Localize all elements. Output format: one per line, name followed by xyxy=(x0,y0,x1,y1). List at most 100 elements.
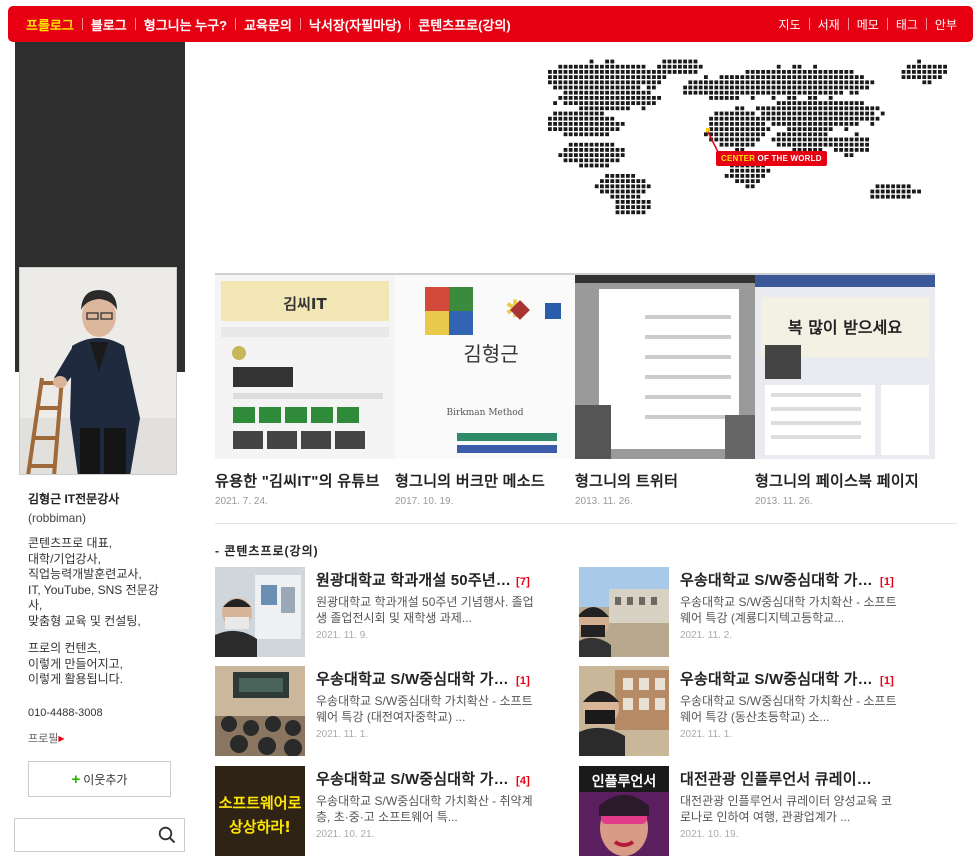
map-dot xyxy=(563,101,568,105)
nav-contents-pro[interactable]: 콘텐츠프로(강의) xyxy=(410,15,518,34)
map-dot xyxy=(792,70,797,74)
map-dot xyxy=(584,80,589,85)
post-item[interactable]: 우송대학교 S/W중심대학 가치확산 [1] 우송대학교 S/W중심대학 가치확산… xyxy=(579,567,929,659)
map-dot xyxy=(823,137,828,142)
map-dot xyxy=(600,122,604,126)
featured-post-title[interactable]: 형그니의 버크만 메소드 xyxy=(395,470,563,491)
post-thumbnail[interactable]: 인플루언서 xyxy=(579,766,669,856)
post-title[interactable]: 우송대학교 S/W중심대학 가치확산 [1] xyxy=(316,668,564,689)
featured-thumbnail[interactable]: 김씨IT xyxy=(215,273,395,459)
featured-post[interactable]: 김씨IT 유용한 "김씨IT"의 유튜브 2021. 7. 24. xyxy=(215,273,395,507)
search-icon[interactable] xyxy=(158,826,176,844)
map-dot xyxy=(828,116,833,121)
map-dot xyxy=(849,153,854,157)
comment-count[interactable]: [4] xyxy=(516,775,530,787)
nav-about[interactable]: 형그니는 누구? xyxy=(136,15,235,34)
featured-thumbnail[interactable]: 복 많이 받으세요 xyxy=(755,273,935,459)
featured-post[interactable]: 형그니의 트위터 2013. 11. 26. xyxy=(575,273,755,507)
map-dot xyxy=(693,85,698,90)
comment-count[interactable]: [1] xyxy=(880,675,894,687)
profile-photo[interactable] xyxy=(19,267,177,475)
post-title[interactable]: 우송대학교 S/W중심대학 가치확산 [1] xyxy=(680,569,928,590)
post-title[interactable]: 원광대학교 학과개설 50주년 기념행사 [7] xyxy=(316,569,564,590)
post-title[interactable]: 우송대학교 S/W중심대학 가치확산 [1] xyxy=(680,668,928,689)
map-dot xyxy=(646,96,651,100)
map-dot xyxy=(792,64,797,69)
search-input[interactable] xyxy=(15,819,153,851)
map-dot xyxy=(605,96,609,100)
comment-count[interactable]: [7] xyxy=(516,576,530,588)
post-title-text[interactable]: 우송대학교 S/W중심대학 가치확산 xyxy=(680,668,876,689)
nav-tag[interactable]: 태그 xyxy=(888,16,926,33)
map-dot xyxy=(761,85,765,90)
map-dot xyxy=(584,70,589,74)
post-item[interactable]: 우송대학교 S/W중심대학 가치확산 [1] 우송대학교 S/W중심대학 가치확산… xyxy=(215,666,565,758)
featured-post[interactable]: 복 많이 받으세요 형그니의 페이스북 페이지 2013. 11. 26. xyxy=(755,273,935,507)
nav-map[interactable]: 지도 xyxy=(771,16,809,33)
comment-count[interactable]: [1] xyxy=(516,675,530,687)
map-dot xyxy=(620,106,625,111)
nav-prologue[interactable]: 프롤로그 xyxy=(18,15,82,34)
featured-post-title[interactable]: 유용한 "김씨IT"의 유튜브 xyxy=(215,470,383,491)
post-item[interactable]: 우송대학교 S/W중심대학 가치확산 [1] 우송대학교 S/W중심대학 가치확산… xyxy=(579,666,929,758)
post-title[interactable]: 우송대학교 S/W중심대학 가치확산 [4] xyxy=(316,768,564,789)
map-dot xyxy=(631,90,635,95)
map-dot xyxy=(626,179,630,183)
profile-link[interactable]: 프로필▶ xyxy=(28,730,65,746)
post-item[interactable]: 소프트웨어로 상상하라! 우송대학교 S/W중심대학 가치확산 [4] 우송대학교… xyxy=(215,766,565,858)
post-thumbnail[interactable] xyxy=(215,567,305,657)
map-dot xyxy=(626,85,630,90)
featured-post[interactable]: ✱ 김형근 Birkman Method 형그니의 버크만 메소드 2017. … xyxy=(395,273,575,507)
nav-inquiry[interactable]: 교육문의 xyxy=(236,15,300,34)
nav-memo[interactable]: 메모 xyxy=(849,16,887,33)
nav-library[interactable]: 서재 xyxy=(810,16,848,33)
nav-doodle[interactable]: 낙서장(자필마당) xyxy=(301,15,409,34)
map-dot xyxy=(823,142,828,147)
featured-post-title[interactable]: 형그니의 페이스북 페이지 xyxy=(755,470,923,491)
post-thumbnail[interactable] xyxy=(579,666,669,756)
post-title[interactable]: 대전관광 인플루언서 큐레이터 양성교육 xyxy=(680,768,928,789)
map-dot xyxy=(568,122,573,126)
post-title-text[interactable]: 우송대학교 S/W중심대학 가치확산 xyxy=(316,668,512,689)
comment-count[interactable]: [1] xyxy=(880,576,894,588)
map-dot xyxy=(735,127,739,131)
add-neighbor-button[interactable]: + 이웃추가 xyxy=(28,761,171,797)
map-dot xyxy=(849,85,854,90)
post-thumbnail[interactable]: 소프트웨어로 상상하라! xyxy=(215,766,305,856)
map-dot xyxy=(652,80,656,85)
category-title[interactable]: - 콘텐츠프로(강의) xyxy=(215,542,319,559)
map-dot xyxy=(880,194,885,199)
map-dot xyxy=(631,210,635,215)
post-item[interactable]: 인플루언서 대전관광 인플루언서 큐레이터 양성교육 대전관광 인플루언서 큐레… xyxy=(579,766,929,858)
map-dot xyxy=(818,106,823,111)
featured-post-title[interactable]: 형그니의 트위터 xyxy=(575,470,743,491)
map-dot xyxy=(927,70,932,74)
map-dot xyxy=(620,153,625,157)
map-dot xyxy=(787,90,791,95)
post-title-text[interactable]: 대전관광 인플루언서 큐레이터 양성교육 xyxy=(680,768,876,789)
post-title-text[interactable]: 우송대학교 S/W중심대학 가치확산 xyxy=(316,768,512,789)
map-dot xyxy=(844,111,849,116)
map-dot xyxy=(792,137,797,142)
nav-guestbook[interactable]: 안부 xyxy=(927,16,965,33)
post-thumbnail[interactable] xyxy=(215,666,305,756)
map-dot xyxy=(860,148,864,152)
map-dot xyxy=(558,70,563,74)
map-dot xyxy=(693,80,698,85)
post-date: 2021. 11. 1. xyxy=(316,729,369,740)
map-dot xyxy=(724,111,729,116)
post-title-text[interactable]: 원광대학교 학과개설 50주년 기념행사 xyxy=(316,569,512,590)
post-thumbnail[interactable] xyxy=(579,567,669,657)
map-dot xyxy=(688,70,693,74)
post-item[interactable]: 원광대학교 학과개설 50주년 기념행사 [7] 원광대학교 학과개설 50주년 … xyxy=(215,567,565,659)
map-dot xyxy=(594,85,599,90)
featured-thumbnail[interactable] xyxy=(575,273,755,459)
post-title-text[interactable]: 우송대학교 S/W중심대학 가치확산 xyxy=(680,569,876,590)
map-dot xyxy=(615,85,620,90)
nav-blog[interactable]: 블로그 xyxy=(83,15,135,34)
map-dot xyxy=(740,122,745,126)
map-dot xyxy=(776,85,781,90)
map-dot xyxy=(626,70,630,74)
featured-thumbnail[interactable]: ✱ 김형근 Birkman Method xyxy=(395,273,575,459)
map-dot xyxy=(839,75,843,79)
